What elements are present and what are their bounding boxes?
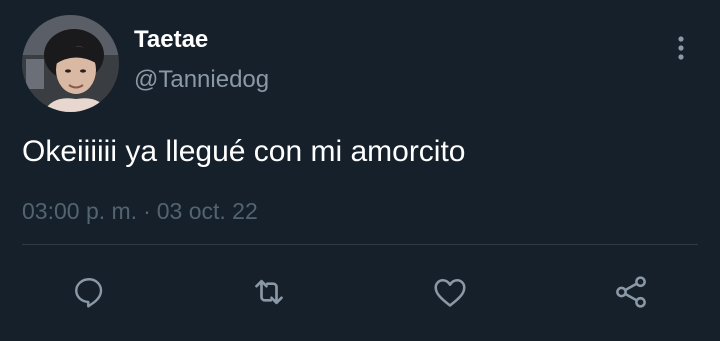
like-button[interactable] [428, 270, 472, 314]
avatar[interactable] [22, 15, 119, 112]
avatar-photo [22, 15, 119, 112]
share-icon [616, 276, 646, 308]
retweet-button[interactable] [247, 270, 291, 314]
more-options-button[interactable] [666, 30, 696, 66]
display-name[interactable]: Taetae [134, 25, 208, 55]
reply-button[interactable] [67, 270, 111, 314]
tweet-time: 03:00 p. m. [22, 198, 138, 224]
more-vertical-icon [678, 36, 684, 60]
reply-icon [75, 278, 103, 308]
action-bar [0, 270, 720, 314]
share-button[interactable] [609, 270, 653, 314]
tweet-text: Okeiiiiii ya llegué con mi amorcito [22, 135, 466, 168]
retweet-icon [255, 279, 283, 305]
tweet-timestamp[interactable]: 03:00 p. m. · 03 oct. 22 [22, 196, 258, 226]
meta-separator: · [143, 198, 151, 224]
tweet-date: 03 oct. 22 [156, 198, 258, 224]
tweet-card: Taetae @Tanniedog Okeiiiiii ya llegué co… [0, 0, 720, 341]
user-handle[interactable]: @Tanniedog [134, 65, 269, 95]
divider [22, 244, 698, 245]
heart-icon [434, 279, 466, 307]
